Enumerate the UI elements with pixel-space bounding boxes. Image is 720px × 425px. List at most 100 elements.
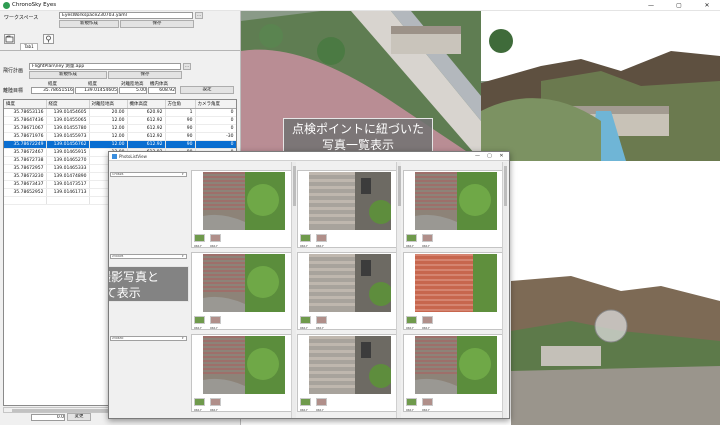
column-header[interactable]: 経度 xyxy=(46,100,90,109)
offset-lat-field[interactable]: 35.78651516 xyxy=(31,87,74,94)
photo-list-window[interactable]: PhotoListView — ▢ ✕ 170626 ▾ 0617 0617 0617 0… xyxy=(108,151,510,419)
photo-column-scrollbar[interactable] xyxy=(291,162,296,418)
photo-cell[interactable]: 0617 0617 xyxy=(403,252,507,330)
photo-cell[interactable]: 0617 0617 xyxy=(191,252,295,330)
aerial-photo[interactable] xyxy=(309,336,391,394)
flight-plan-save-button[interactable]: 保存 xyxy=(108,71,182,79)
table-cell: 0 xyxy=(195,124,236,133)
photo-cell[interactable]: 0617 0617 xyxy=(191,170,295,248)
aerial-photo[interactable] xyxy=(203,254,285,312)
offset-height-field[interactable]: 608.92 xyxy=(148,87,176,94)
photo-thumbnail[interactable] xyxy=(210,234,221,242)
photo-thumbnail[interactable] xyxy=(300,316,311,324)
photo-column-scrollbar[interactable] xyxy=(502,162,507,418)
maximize-button[interactable]: ▢ xyxy=(672,1,686,10)
set-button[interactable]: 設定 xyxy=(180,86,234,94)
column-header[interactable]: カメラ角度 xyxy=(195,100,236,109)
scrollbar-thumb[interactable] xyxy=(398,166,401,206)
aerial-photo[interactable] xyxy=(309,254,391,312)
flight-plan-browse-button[interactable]: ... xyxy=(183,63,191,70)
table-row[interactable]: 35.78647436 139.01455065 12.00 612.92 90 0 xyxy=(4,116,236,125)
photo-thumbnail[interactable] xyxy=(210,316,221,324)
photo-maximize-button[interactable]: ▢ xyxy=(485,153,494,160)
photo-thumbnail[interactable] xyxy=(300,234,311,242)
photo-thumbnail[interactable] xyxy=(194,398,205,406)
chevron-down-icon: ▾ xyxy=(182,172,184,176)
table-cell: 139.01465333 xyxy=(46,164,90,173)
column-header[interactable]: 対離陸地高 xyxy=(89,100,128,109)
bottom-value-field[interactable]: 0.0 xyxy=(31,414,65,421)
aerial-photo[interactable] xyxy=(203,336,285,394)
photo-thumbnail[interactable] xyxy=(406,234,417,242)
table-cell: 139.01455065 xyxy=(46,116,90,125)
aerial-photo[interactable] xyxy=(203,172,285,230)
aerial-photo[interactable] xyxy=(415,336,497,394)
date-select[interactable]: 230630 ▾ xyxy=(110,336,187,341)
photo-cell[interactable]: 0617 0617 xyxy=(191,334,295,412)
tab-tab1[interactable]: Tab1 xyxy=(20,43,38,50)
table-cell: 139.01454605 xyxy=(46,108,90,117)
workspace-field[interactable]: EyesWorkspace230703.yaml xyxy=(59,12,193,19)
aerial-photo[interactable] xyxy=(309,172,391,230)
workspace-new-button[interactable]: 新規作成 xyxy=(59,20,119,28)
minimize-button[interactable]: — xyxy=(644,1,658,10)
table-row[interactable]: 35.78671067 139.01455780 12.00 612.92 90 0 xyxy=(4,124,236,133)
flight-plan-field[interactable]: FlightPlan\ney 測量.app xyxy=(29,63,181,70)
annotation-past-photos: 過去の撮影写真と 並べて表示 xyxy=(109,266,189,302)
table-cell: 35.78673437 xyxy=(4,180,47,189)
table-cell: 35.78671976 xyxy=(4,132,47,141)
photo-thumbnail[interactable] xyxy=(194,234,205,242)
offset-alt-field[interactable]: 5.00 xyxy=(119,87,147,94)
offset-lon-field[interactable]: 139.01454605 xyxy=(75,87,118,94)
photo-thumbnail[interactable] xyxy=(210,398,221,406)
workspace-save-button[interactable]: 保存 xyxy=(120,20,194,28)
thumbnail-label: 0617 xyxy=(406,244,414,248)
photo-thumbnail[interactable] xyxy=(316,316,327,324)
table-cell: 35.78652952 xyxy=(4,188,47,197)
aerial-photo[interactable] xyxy=(415,254,497,312)
photo-cell[interactable]: 0617 0617 xyxy=(297,252,401,330)
photo-minimize-button[interactable]: — xyxy=(473,153,482,160)
photo-cell[interactable]: 0617 0617 xyxy=(297,170,401,248)
scrollbar-thumb[interactable] xyxy=(504,166,507,206)
photo-cell[interactable]: 0617 0617 xyxy=(297,334,401,412)
column-header[interactable]: 機体高度 xyxy=(127,100,166,109)
photo-cell[interactable]: 0617 0617 xyxy=(403,334,507,412)
thumbnail-label: 0617 xyxy=(406,326,414,330)
photo-thumbnail[interactable] xyxy=(406,316,417,324)
photo-thumbnail[interactable] xyxy=(422,234,433,242)
photo-thumbnail[interactable] xyxy=(422,316,433,324)
table-cell: 35.78672249 xyxy=(4,140,47,149)
map-pin-icon[interactable] xyxy=(43,34,54,44)
photo-thumbnail[interactable] xyxy=(316,398,327,406)
table-cell: 12.00 xyxy=(89,140,128,149)
thumbnail-label: 0617 xyxy=(300,244,308,248)
change-button[interactable]: 変更 xyxy=(67,413,91,421)
column-header[interactable]: 緯度 xyxy=(4,100,47,109)
photo-column-scrollbar[interactable] xyxy=(396,162,401,418)
table-row[interactable]: 35.78671976 139.01455973 12.00 612.92 90 -30 xyxy=(4,132,236,141)
aerial-photo[interactable] xyxy=(415,172,497,230)
date-select[interactable]: 230405 ▾ xyxy=(110,254,187,259)
table-row[interactable]: 35.78653116 139.01454605 20.00 620.92 1 0 xyxy=(4,108,236,117)
close-button[interactable]: ✕ xyxy=(700,1,714,10)
thumbnail-label: 0617 xyxy=(194,326,202,330)
photo-close-button[interactable]: ✕ xyxy=(497,153,506,160)
scrollbar-thumb[interactable] xyxy=(293,166,296,206)
table-row[interactable]: 35.78672249 139.01456762 12.00 612.92 90 0 xyxy=(4,140,236,149)
photo-thumbnail[interactable] xyxy=(300,398,311,406)
column-header[interactable]: 方位角 xyxy=(165,100,196,109)
table-cell: 0 xyxy=(195,116,236,125)
date-select-value: 230405 xyxy=(112,254,124,258)
folder-icon[interactable] xyxy=(4,34,15,44)
date-select[interactable]: 170626 ▾ xyxy=(110,172,187,177)
photo-thumbnail[interactable] xyxy=(406,398,417,406)
flight-plan-new-button[interactable]: 新規作成 xyxy=(29,71,107,79)
workspace-browse-button[interactable]: ... xyxy=(195,12,203,19)
photo-cell[interactable]: 0617 0617 xyxy=(403,170,507,248)
photo-thumbnail[interactable] xyxy=(316,234,327,242)
table-cell: 139.01455973 xyxy=(46,132,90,141)
photo-thumbnail[interactable] xyxy=(194,316,205,324)
table-cell: 35.78672957 xyxy=(4,164,47,173)
photo-thumbnail[interactable] xyxy=(422,398,433,406)
